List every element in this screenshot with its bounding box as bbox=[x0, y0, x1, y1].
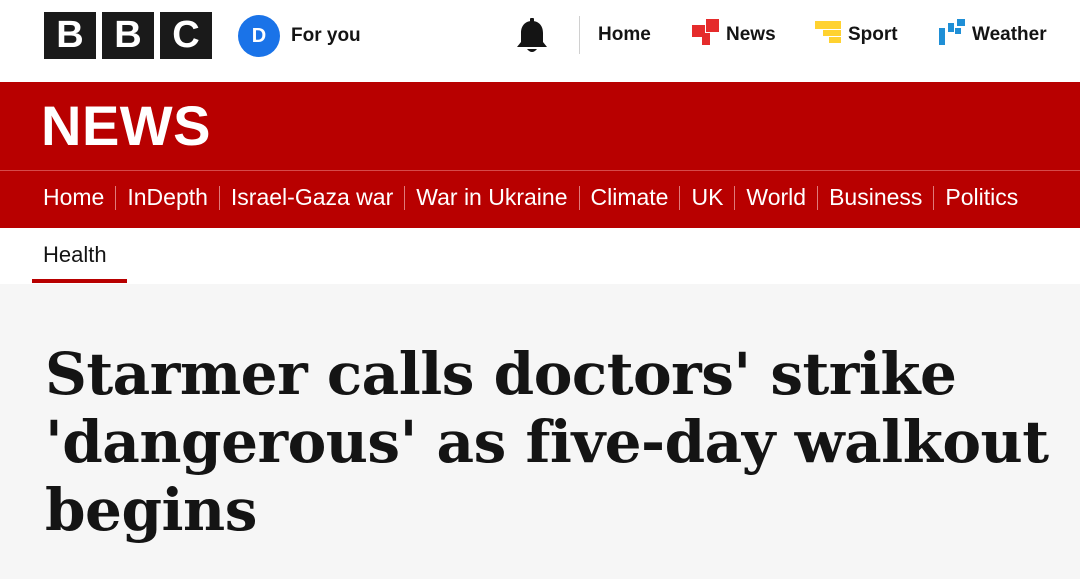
news-title[interactable]: NEWS bbox=[41, 94, 211, 158]
section-nav: Home InDepth Israel-Gaza war War in Ukra… bbox=[43, 184, 1018, 211]
section-nav-indepth[interactable]: InDepth bbox=[127, 184, 208, 211]
nav-separator bbox=[734, 185, 736, 210]
article-headline: Starmer calls doctors' strike 'dangerous… bbox=[45, 340, 1049, 544]
nav-separator bbox=[679, 185, 681, 210]
nav-separator bbox=[817, 185, 819, 210]
news-band-divider bbox=[0, 170, 1080, 171]
top-nav-news-label: News bbox=[726, 24, 776, 45]
news-header-band: NEWS Home InDepth Israel-Gaza war War in… bbox=[0, 82, 1080, 228]
bbc-logo-letter: B bbox=[102, 12, 154, 59]
bbc-top-bar: B B C D For you Home News Sport Weather bbox=[0, 0, 1080, 82]
nav-separator bbox=[933, 185, 935, 210]
sport-icon bbox=[815, 19, 841, 51]
top-nav-sport[interactable]: Sport bbox=[815, 20, 898, 50]
bell-icon[interactable] bbox=[515, 18, 549, 56]
weather-icon bbox=[939, 19, 965, 51]
nav-divider bbox=[579, 16, 580, 54]
top-nav-sport-label: Sport bbox=[848, 24, 898, 45]
nav-separator bbox=[218, 185, 220, 210]
section-nav-home[interactable]: Home bbox=[43, 184, 104, 211]
section-nav-business[interactable]: Business bbox=[829, 184, 922, 211]
top-nav-weather[interactable]: Weather bbox=[939, 19, 1047, 51]
top-nav-home-label: Home bbox=[598, 24, 651, 45]
top-nav-weather-label: Weather bbox=[972, 24, 1047, 45]
for-you-button[interactable]: D For you bbox=[238, 15, 361, 57]
bbc-logo[interactable]: B B C bbox=[44, 12, 212, 59]
section-nav-world[interactable]: World bbox=[746, 184, 806, 211]
section-nav-uk[interactable]: UK bbox=[691, 184, 723, 211]
section-nav-politics[interactable]: Politics bbox=[945, 184, 1018, 211]
bbc-logo-letter: B bbox=[44, 12, 96, 59]
nav-separator bbox=[578, 185, 580, 210]
for-you-label: For you bbox=[291, 25, 361, 46]
top-nav-home[interactable]: Home bbox=[598, 20, 651, 50]
bbc-logo-letter: C bbox=[160, 12, 212, 59]
nav-separator bbox=[115, 185, 117, 210]
news-icon bbox=[692, 19, 719, 51]
sub-nav: Health bbox=[0, 228, 1080, 284]
subnav-item-label: Health bbox=[43, 242, 107, 267]
subnav-item-health[interactable]: Health bbox=[32, 228, 127, 284]
section-nav-climate[interactable]: Climate bbox=[591, 184, 669, 211]
section-nav-war-in-ukraine[interactable]: War in Ukraine bbox=[416, 184, 567, 211]
top-nav-news[interactable]: News bbox=[692, 19, 776, 51]
avatar: D bbox=[238, 15, 280, 57]
active-underline bbox=[32, 279, 127, 283]
section-nav-israel-gaza-war[interactable]: Israel-Gaza war bbox=[231, 184, 393, 211]
nav-separator bbox=[404, 185, 406, 210]
